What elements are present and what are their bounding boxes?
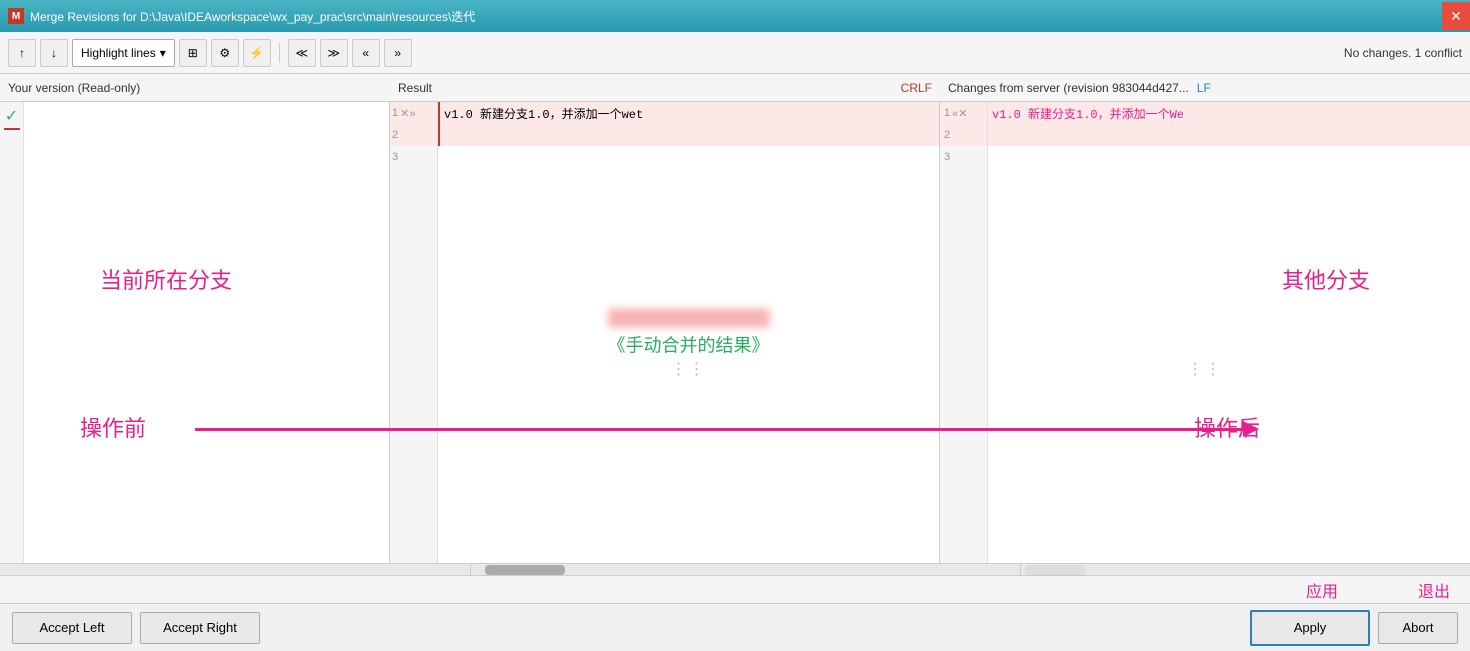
toolbar: ↑ ↓ Highlight lines ▾ ⊞ ⚙ ⚡ ≪ ≫ « » No c… bbox=[0, 32, 1470, 74]
down-button[interactable]: ↓ bbox=[40, 39, 68, 67]
abort-label-bottom: 退出 bbox=[1418, 578, 1450, 602]
apply-label-bottom: 应用 bbox=[1306, 578, 1338, 602]
accept-left-button[interactable]: Accept Left bbox=[12, 612, 132, 644]
magic-icon: ⚡ bbox=[249, 46, 264, 60]
middle-column-header: Result CRLF bbox=[390, 81, 940, 95]
right-scrollbar-thumb[interactable] bbox=[1025, 565, 1085, 575]
prev-change-icon: « bbox=[362, 46, 369, 60]
left-panel-content bbox=[24, 102, 389, 563]
line-num-2: 2 bbox=[392, 129, 398, 141]
up-button[interactable]: ↑ bbox=[8, 39, 36, 67]
middle-scrollbar-thumb[interactable] bbox=[485, 565, 565, 575]
next-change-icon: » bbox=[394, 46, 401, 60]
code-row-2 bbox=[438, 124, 939, 146]
footer: Accept Left Accept Right Apply Abort bbox=[0, 603, 1470, 651]
gutter-row-3: 3 bbox=[390, 146, 437, 168]
panels-icon: ⊞ bbox=[188, 46, 198, 60]
conflict-actions: ✕» bbox=[400, 107, 415, 120]
gutter-row-1: 1 ✕» bbox=[390, 102, 437, 124]
right-gutter-row-1: 1 «✕ bbox=[940, 102, 987, 124]
next-conflict-button[interactable]: ≫ bbox=[320, 39, 348, 67]
window-title: Merge Revisions for D:\Java\IDEAworkspac… bbox=[30, 8, 1462, 25]
gutter-row-2: 2 bbox=[390, 124, 437, 146]
middle-gutter: 1 ✕» 2 3 bbox=[390, 102, 438, 563]
left-panel: ✓ bbox=[0, 102, 390, 563]
next-conflict-icon: ≫ bbox=[327, 46, 340, 60]
right-panel: 1 «✕ 2 3 v1.0 新建分支1.0，并添加一个We ⋮⋮ bbox=[940, 102, 1470, 563]
middle-annotation: ████████ ██ 《手动合并的结果》 bbox=[608, 308, 770, 357]
highlight-label: Highlight lines bbox=[81, 46, 156, 60]
middle-panel: 1 ✕» 2 3 v1.0 新建分支1.0，并添加一个wet ████████ … bbox=[390, 102, 940, 563]
blurred-content: ████████ ██ bbox=[608, 308, 770, 327]
app-icon: M bbox=[8, 8, 24, 24]
right-scroll-indicator: ⋮⋮ bbox=[1187, 359, 1223, 379]
right-code-row-2 bbox=[988, 124, 1470, 146]
conflict-indicator bbox=[4, 128, 20, 130]
highlight-dropdown[interactable]: Highlight lines ▾ bbox=[72, 39, 175, 67]
right-gutter: 1 «✕ 2 3 bbox=[940, 102, 988, 563]
right-panel-content: v1.0 新建分支1.0，并添加一个We ⋮⋮ bbox=[988, 102, 1470, 563]
right-code-row-1: v1.0 新建分支1.0，并添加一个We bbox=[988, 102, 1470, 124]
merge-result-label[interactable]: 《手动合并的结果》 bbox=[608, 331, 770, 357]
code-row-3 bbox=[438, 146, 939, 168]
right-code-row-3 bbox=[988, 146, 1470, 168]
column-headers: Your version (Read-only) Result CRLF Cha… bbox=[0, 74, 1470, 102]
middle-panel-content: v1.0 新建分支1.0，并添加一个wet ████████ ██ 《手动合并的… bbox=[438, 102, 939, 563]
apply-button[interactable]: Apply bbox=[1250, 610, 1370, 646]
line-num-3: 3 bbox=[392, 151, 398, 163]
settings-button[interactable]: ⚙ bbox=[211, 39, 239, 67]
gear-icon: ⚙ bbox=[219, 46, 230, 60]
prev-conflict-button[interactable]: ≪ bbox=[288, 39, 316, 67]
check-icon: ✓ bbox=[5, 106, 18, 126]
prev-conflict-icon: ≪ bbox=[295, 46, 308, 60]
accept-right-button[interactable]: Accept Right bbox=[140, 612, 260, 644]
left-column-header: Your version (Read-only) bbox=[0, 81, 390, 95]
scrollbar-row bbox=[0, 563, 1470, 575]
dropdown-arrow-icon: ▾ bbox=[160, 46, 166, 60]
right-column-header: Changes from server (revision 983044d427… bbox=[940, 81, 1470, 95]
next-change-button[interactable]: » bbox=[384, 39, 412, 67]
code-row-1: v1.0 新建分支1.0，并添加一个wet bbox=[438, 102, 939, 124]
main-content: ✓ 1 ✕» 2 3 v1.0 新建分支1.0，并添加一个wet bbox=[0, 102, 1470, 563]
panels-button[interactable]: ⊞ bbox=[179, 39, 207, 67]
right-code-area: v1.0 新建分支1.0，并添加一个We bbox=[988, 102, 1470, 168]
title-bar: M Merge Revisions for D:\Java\IDEAworksp… bbox=[0, 0, 1470, 32]
bottom-annotation-bar: 应用 退出 bbox=[0, 575, 1470, 603]
code-line-1: v1.0 新建分支1.0，并添加一个wet bbox=[444, 105, 643, 122]
separator-1 bbox=[279, 43, 280, 63]
right-gutter-row-3: 3 bbox=[940, 146, 987, 168]
left-gutter: ✓ bbox=[0, 102, 24, 563]
status-text: No changes. 1 conflict bbox=[1344, 46, 1462, 60]
line-num-1: 1 bbox=[392, 107, 398, 119]
close-button[interactable]: ✕ bbox=[1442, 2, 1470, 30]
magic-button[interactable]: ⚡ bbox=[243, 39, 271, 67]
prev-change-button[interactable]: « bbox=[352, 39, 380, 67]
abort-button[interactable]: Abort bbox=[1378, 612, 1458, 644]
right-gutter-row-2: 2 bbox=[940, 124, 987, 146]
scroll-indicator: ⋮⋮ bbox=[671, 359, 707, 379]
